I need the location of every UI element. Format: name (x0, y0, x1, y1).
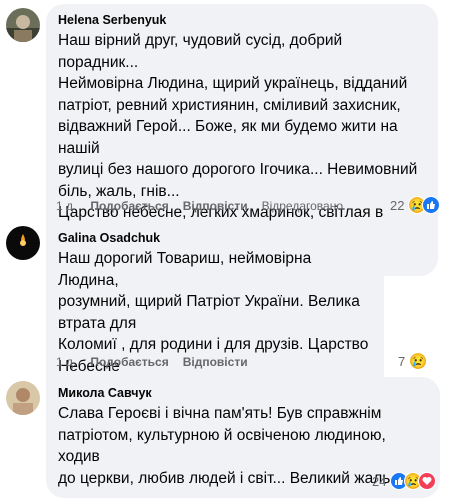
edited-label: Відредаговано (261, 199, 344, 213)
reaction-summary[interactable]: 24 😢 (372, 472, 437, 490)
avatar[interactable] (6, 381, 40, 415)
comment-actions: 1 д. Подобається Відповісти (56, 355, 262, 369)
reaction-count: 24 (372, 473, 387, 489)
comment-time[interactable]: 1 д. (56, 199, 76, 213)
reply-button[interactable]: Відповісти (183, 355, 248, 369)
like-button[interactable]: Подобається (90, 355, 168, 369)
like-icon (422, 196, 441, 214)
comment-author[interactable]: Galina Osadchuk (58, 230, 372, 246)
avatar[interactable] (6, 226, 40, 260)
reaction-count: 22 (390, 197, 405, 213)
comment-author[interactable]: Микола Савчук (58, 385, 428, 401)
comment-author[interactable]: Helena Serbenyuk (58, 12, 426, 28)
love-icon (418, 472, 437, 490)
like-button[interactable]: Подобається (90, 199, 168, 213)
reaction-summary[interactable]: 7 😢 (398, 352, 428, 370)
reaction-count: 7 (398, 353, 406, 369)
reaction-summary[interactable]: 22 😢 (390, 196, 441, 214)
comment-time[interactable]: 1 д. (56, 355, 76, 369)
comment-actions: 1 д. Подобається Відповісти Відредагован… (56, 199, 357, 213)
avatar[interactable] (6, 8, 40, 42)
sad-icon: 😢 (409, 352, 428, 370)
reply-button[interactable]: Відповісти (183, 199, 248, 213)
